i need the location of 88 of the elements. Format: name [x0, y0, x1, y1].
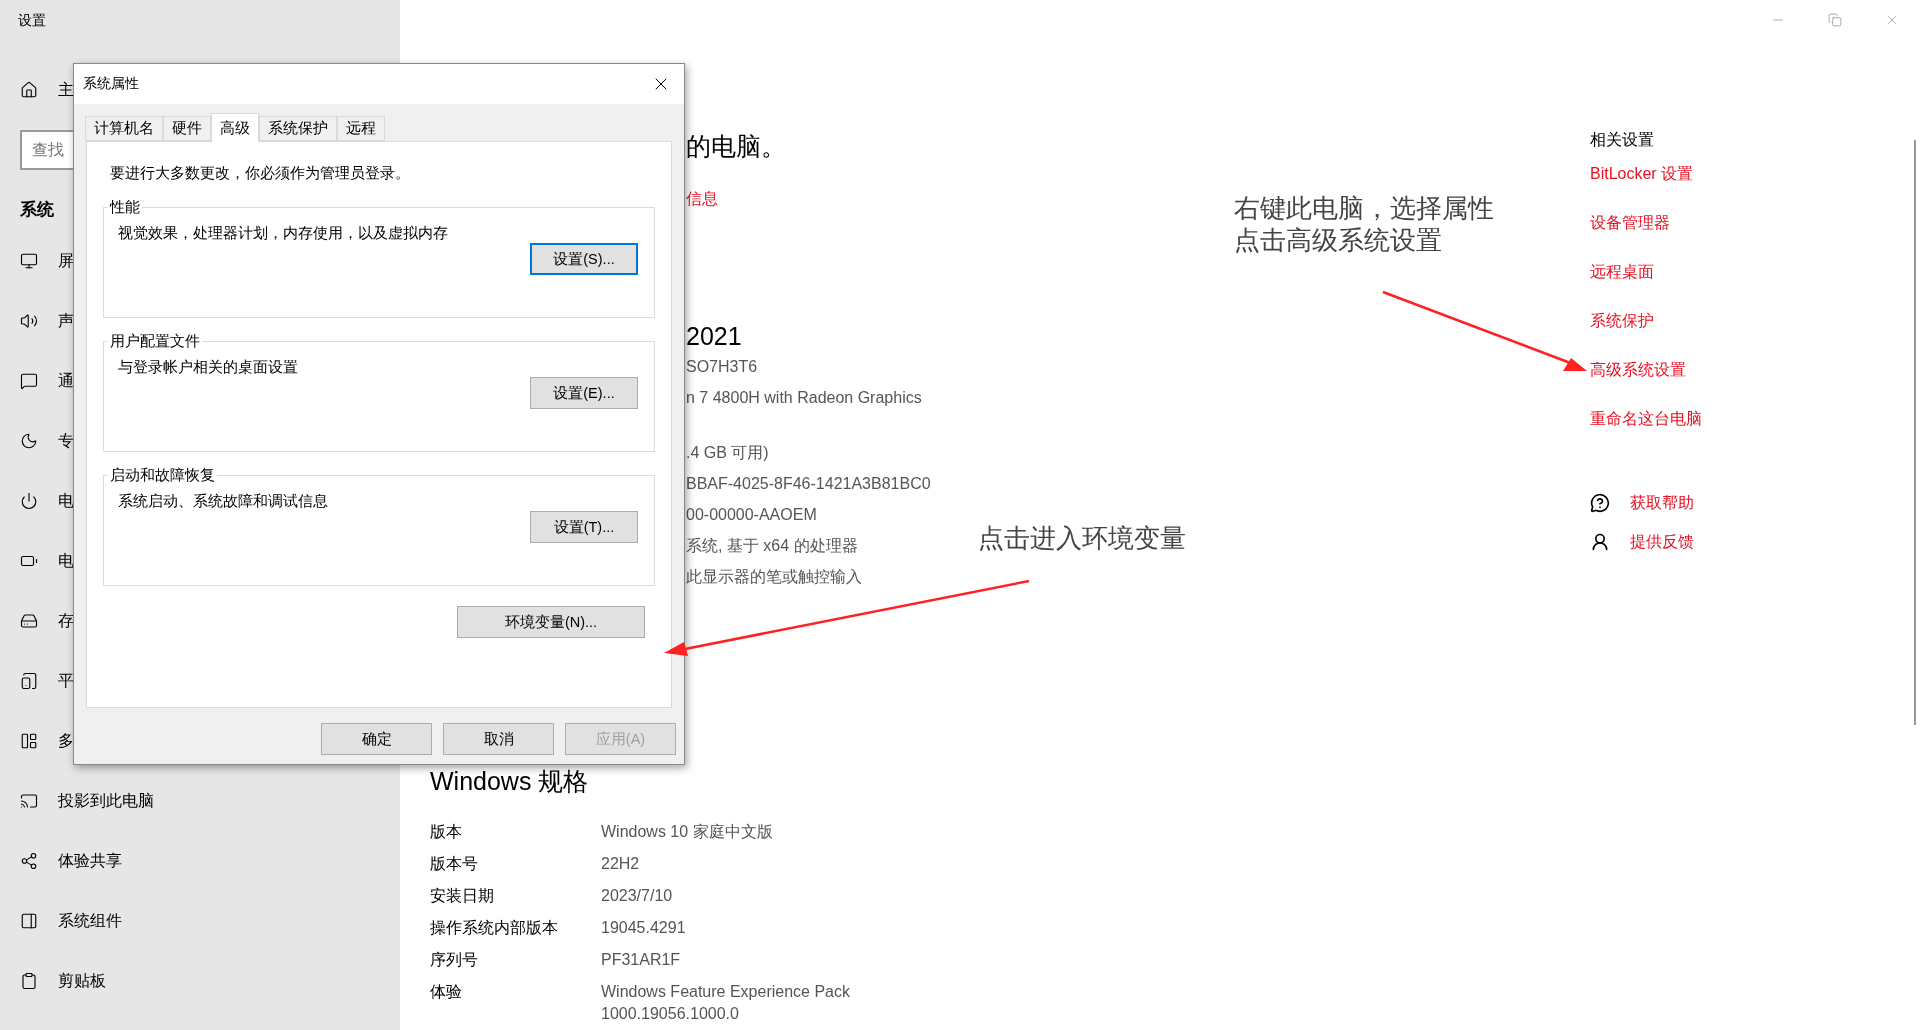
monitor-icon — [20, 252, 38, 270]
spec-value: n 7 4800H with Radeon Graphics — [686, 388, 922, 408]
share-icon — [20, 852, 38, 870]
sidebar-item[interactable]: 投影到此电脑 — [0, 771, 154, 831]
app-title: 设置 — [17, 11, 46, 30]
annotation-text: 右键此电脑，选择属性 — [1234, 192, 1494, 224]
cast-icon — [20, 792, 38, 810]
home-item[interactable]: 主 — [0, 60, 74, 120]
sidebar-item[interactable]: 多 — [0, 711, 74, 771]
related-link[interactable]: 高级系统设置 — [1590, 358, 1686, 382]
sidebar-item[interactable]: 电 — [0, 531, 74, 591]
sidebar-item[interactable]: 存 — [0, 591, 74, 651]
spec-value: 2023/7/10 — [601, 886, 674, 906]
spec-label: 版本号 — [430, 854, 479, 874]
group-label: 启动和故障恢复 — [109, 466, 216, 485]
settings-button[interactable]: 设置(T)... — [530, 511, 638, 543]
tab[interactable]: 系统保护 — [259, 116, 337, 141]
message-icon — [20, 372, 38, 390]
home-icon — [20, 81, 38, 99]
spec-label: 安装日期 — [430, 886, 495, 906]
related-link[interactable]: 远程桌面 — [1590, 260, 1654, 284]
sidebar-item[interactable]: 屏 — [0, 231, 74, 291]
spec-value: 22H2 — [601, 854, 641, 874]
related-link[interactable]: BitLocker 设置 — [1590, 162, 1694, 186]
dialog-button[interactable]: 取消 — [443, 723, 554, 755]
sidebar-item[interactable]: 体验共享 — [0, 831, 122, 891]
tab[interactable]: 远程 — [337, 116, 385, 141]
spec-label: 操作系统内部版本 — [430, 918, 559, 938]
group-description: 与登录帐户相关的桌面设置 — [118, 358, 298, 377]
tab[interactable]: 高级 — [211, 113, 259, 142]
sidebar-item[interactable]: 剪贴板 — [0, 951, 106, 1011]
help-icon — [1590, 493, 1610, 513]
spec-value: 此显示器的笔或触控输入 — [686, 567, 862, 587]
related-heading: 相关设置 — [1590, 130, 1655, 150]
related-link[interactable]: 设备管理器 — [1590, 211, 1670, 235]
restore-icon — [1827, 13, 1842, 27]
spec-value: 19045.4291 — [601, 918, 687, 938]
settings-button[interactable]: 设置(E)... — [530, 377, 638, 409]
info-link[interactable]: 信息 — [686, 187, 718, 211]
group-description: 系统启动、系统故障和调试信息 — [118, 492, 328, 511]
page-heading: 的电脑。 — [686, 131, 786, 162]
sidebar-item[interactable]: 通 — [0, 351, 74, 411]
section-heading: 系统 — [20, 199, 54, 221]
sidebar-item[interactable]: 电 — [0, 471, 74, 531]
group-label: 用户配置文件 — [109, 332, 201, 351]
spec-value: SO7H3T6 — [686, 357, 758, 377]
tab[interactable]: 计算机名 — [85, 116, 163, 141]
spec-value: Windows Feature Experience Pack 1000.19056.1000.0 — [601, 982, 851, 1024]
speaker-icon — [20, 312, 38, 330]
spec-value: PF31AR1F — [601, 950, 682, 970]
layout-icon — [20, 732, 38, 750]
spec-value: Windows 10 家庭中文版 — [601, 822, 774, 842]
settings-button[interactable]: 设置(S)... — [530, 243, 638, 275]
tab[interactable]: 硬件 — [163, 116, 211, 141]
clipboard-icon — [20, 972, 38, 990]
device-name: 2021 — [686, 321, 742, 351]
moon-icon — [20, 432, 38, 450]
group-description: 视觉效果，处理器计划，内存使用，以及虚拟内存 — [118, 224, 448, 243]
tablet-icon — [20, 672, 38, 690]
power-icon — [20, 492, 38, 510]
related-link[interactable]: 重命名这台电脑 — [1590, 407, 1702, 431]
support-link[interactable]: 获取帮助 — [1630, 491, 1694, 515]
dialog-button[interactable]: 确定 — [321, 723, 432, 755]
related-link[interactable]: 系统保护 — [1590, 309, 1654, 333]
scrollbar[interactable] — [1914, 140, 1916, 725]
spec-value: 00-00000-AAOEM — [686, 505, 817, 525]
group-label: 性能 — [108, 198, 141, 217]
sidebar-item[interactable]: 系统组件 — [0, 891, 122, 951]
spec-value: BBAF-4025-8F46-1421A3B81BC0 — [686, 474, 931, 494]
annotation-text: 点击高级系统设置 — [1234, 224, 1442, 256]
environment-variables-button[interactable]: 环境变量(N)... — [457, 606, 645, 638]
sidebar-item[interactable]: 平 — [0, 651, 74, 711]
spec-value: .4 GB 可用) — [686, 443, 769, 463]
spec-label: 体验 — [430, 982, 463, 1002]
section-heading: Windows 规格 — [430, 768, 589, 794]
sidebar-item[interactable]: 专 — [0, 411, 74, 471]
annotation-text: 点击进入环境变量 — [978, 522, 1186, 554]
spec-label: 序列号 — [430, 950, 479, 970]
notice-text: 要进行大多数更改，你必须作为管理员登录。 — [110, 164, 410, 183]
person-icon — [1590, 532, 1610, 552]
support-link[interactable]: 提供反馈 — [1630, 530, 1694, 554]
sidebar-item[interactable]: 声 — [0, 291, 74, 351]
search-field[interactable]: 查找 — [20, 130, 73, 170]
panel-icon — [20, 912, 38, 930]
drive-icon — [20, 612, 38, 630]
spec-label: 版本 — [430, 822, 463, 842]
spec-value: 系统, 基于 x64 的处理器 — [686, 536, 858, 556]
dialog-title: 系统属性 — [83, 75, 139, 93]
